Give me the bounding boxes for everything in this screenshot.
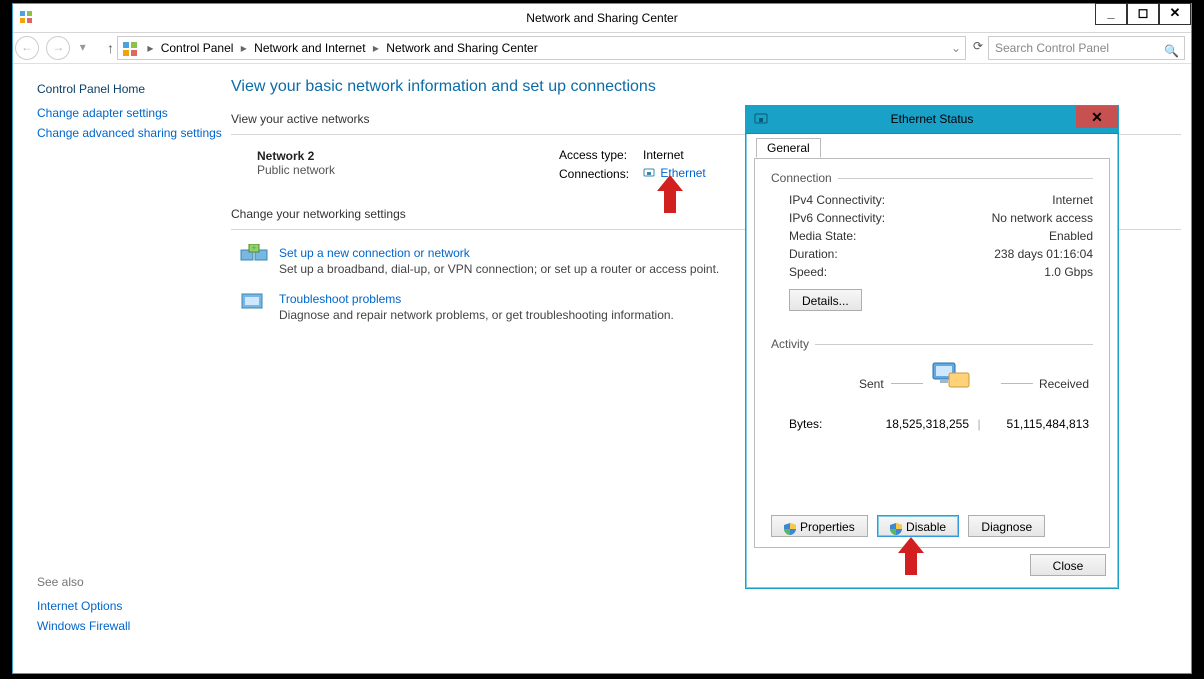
breadcrumb-root[interactable]: Control Panel (161, 41, 234, 55)
speed-value: 1.0 Gbps (1044, 265, 1093, 279)
see-also-title: See also (37, 575, 130, 589)
media-state-label: Media State: (789, 229, 856, 243)
ipv4-label: IPv4 Connectivity: (789, 193, 885, 207)
connection-group-title: Connection (771, 171, 832, 185)
activity-icon (929, 361, 971, 401)
ipv6-value: No network access (992, 211, 1093, 225)
duration-label: Duration: (789, 247, 838, 261)
back-button[interactable]: ← (15, 36, 39, 60)
up-button[interactable]: ↑ (107, 40, 114, 56)
received-label: Received (1039, 377, 1089, 391)
minimize-button[interactable]: _ (1095, 3, 1127, 25)
tab-general[interactable]: General (756, 138, 821, 158)
page-heading: View your basic network information and … (231, 78, 1181, 96)
access-type-label: Access type: (553, 147, 635, 163)
ethernet-status-dialog: Ethernet Status ✕ General Connection IPv… (745, 105, 1119, 589)
sent-label: Sent (859, 377, 884, 391)
annotation-arrow-disable (898, 537, 924, 575)
ipv4-value: Internet (1052, 193, 1093, 207)
sidebar-adapter-settings[interactable]: Change adapter settings (37, 106, 223, 120)
bytes-sent: 18,525,318,255 (849, 417, 969, 431)
bytes-received: 51,115,484,813 (989, 417, 1093, 431)
activity-group-title: Activity (771, 337, 809, 351)
troubleshoot-icon (239, 290, 269, 316)
dialog-titlebar[interactable]: Ethernet Status ✕ (746, 106, 1118, 134)
see-also-windows-firewall[interactable]: Windows Firewall (37, 619, 130, 633)
svg-text:+: + (251, 244, 256, 253)
close-button[interactable]: ✕ (1159, 3, 1191, 25)
bytes-separator: | (969, 417, 989, 431)
recent-dropdown-icon[interactable]: ▾ (80, 40, 94, 54)
refresh-button[interactable]: ⟳ (973, 39, 983, 53)
media-state-value: Enabled (1049, 229, 1093, 243)
details-button[interactable]: Details... (789, 289, 862, 311)
tab-panel: Connection IPv4 Connectivity: Internet IP… (754, 158, 1110, 548)
window-title: Network and Sharing Center (13, 4, 1191, 32)
see-also: See also Internet Options Windows Firewa… (37, 575, 130, 639)
dialog-close-footer-button[interactable]: Close (1030, 554, 1106, 576)
shield-icon (890, 522, 902, 534)
see-also-internet-options[interactable]: Internet Options (37, 599, 130, 613)
search-icon: 🔍 (1164, 40, 1179, 62)
ethernet-icon (643, 166, 655, 181)
sidebar-advanced-sharing[interactable]: Change advanced sharing settings (37, 126, 223, 140)
ipv6-label: IPv6 Connectivity: (789, 211, 885, 225)
search-placeholder: Search Control Panel (989, 41, 1109, 55)
title-bar: Network and Sharing Center _ ◻ ✕ (13, 4, 1191, 33)
task-troubleshoot-desc: Diagnose and repair network problems, or… (279, 308, 674, 322)
breadcrumb-dropdown-icon[interactable]: ⌄ (951, 37, 961, 59)
properties-button[interactable]: Properties (771, 515, 868, 537)
dialog-title: Ethernet Status (746, 106, 1118, 133)
dialog-close-button[interactable]: ✕ (1076, 106, 1118, 128)
setup-connection-icon: + (239, 244, 269, 270)
shield-icon (784, 522, 796, 534)
sidebar: Control Panel Home Change adapter settin… (13, 64, 223, 673)
properties-label: Properties (800, 520, 855, 534)
diagnose-button[interactable]: Diagnose (968, 515, 1045, 537)
toolbar: ← → ▾ ↑ ▸ Control Panel ▸ Network and In… (13, 33, 1191, 64)
access-type-value: Internet (637, 147, 712, 163)
breadcrumb[interactable]: ▸ Control Panel ▸ Network and Internet ▸… (117, 36, 966, 60)
connections-label: Connections: (553, 165, 635, 182)
breadcrumb-leaf[interactable]: Network and Sharing Center (386, 41, 537, 55)
annotation-arrow-ethernet (657, 175, 683, 213)
speed-label: Speed: (789, 265, 827, 279)
task-setup-desc: Set up a broadband, dial-up, or VPN conn… (279, 262, 719, 276)
breadcrumb-mid[interactable]: Network and Internet (254, 41, 365, 55)
disable-button[interactable]: Disable (877, 515, 959, 537)
sidebar-home[interactable]: Control Panel Home (37, 82, 223, 96)
bytes-label: Bytes: (789, 417, 849, 431)
duration-value: 238 days 01:16:04 (994, 247, 1093, 261)
search-input[interactable]: Search Control Panel 🔍 (988, 36, 1185, 60)
maximize-button[interactable]: ◻ (1127, 3, 1159, 25)
control-panel-icon (122, 41, 138, 57)
forward-button[interactable]: → (46, 36, 70, 60)
disable-label: Disable (906, 520, 946, 534)
